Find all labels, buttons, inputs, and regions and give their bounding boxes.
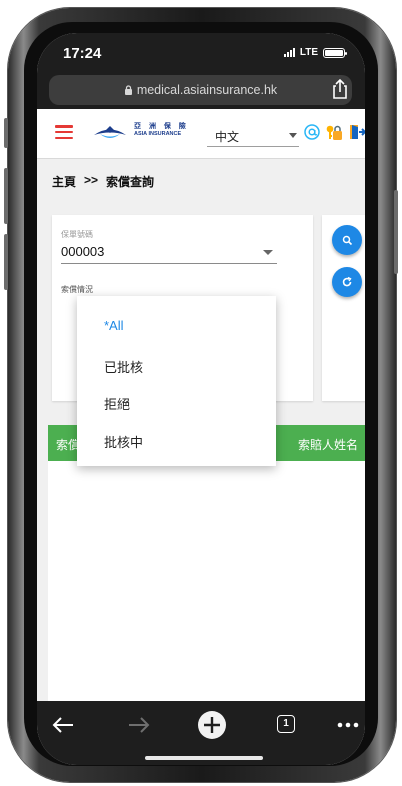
hamburger-menu-icon[interactable]: [55, 125, 73, 139]
url-text: medical.asiainsurance.hk: [136, 83, 278, 97]
language-select[interactable]: 中文: [207, 125, 299, 147]
column-header-claimant-name[interactable]: 索賠人姓名: [298, 436, 358, 453]
home-indicator[interactable]: [145, 756, 263, 760]
app-header: 亞 洲 保 險 ASIA INSURANCE 中文: [37, 109, 365, 159]
power-button: [394, 190, 398, 274]
asia-insurance-logo-icon: [94, 126, 126, 138]
policy-number-select[interactable]: 000003: [61, 240, 277, 264]
claim-status-label: 索償情況: [61, 285, 93, 294]
dropdown-option-approved[interactable]: 已批核: [104, 357, 143, 376]
logo-english: ASIA INSURANCE: [134, 131, 182, 137]
tabs-count-icon[interactable]: 1: [277, 715, 295, 733]
status-time: 17:24: [63, 45, 102, 62]
logo-chinese: 亞 洲 保 險: [134, 123, 189, 130]
policy-number-value: 000003: [61, 244, 105, 259]
dropdown-option-all[interactable]: *All: [104, 318, 124, 333]
logout-icon[interactable]: [348, 123, 365, 141]
new-tab-plus-icon[interactable]: [197, 710, 227, 740]
breadcrumb-current: 索償查詢: [106, 175, 155, 189]
logo-text: 亞 洲 保 險 ASIA INSURANCE: [134, 123, 189, 138]
refresh-icon: [342, 276, 352, 287]
network-type: LTE: [299, 47, 318, 58]
breadcrumb-home[interactable]: 主頁: [52, 173, 76, 190]
language-value: 中文: [215, 130, 240, 144]
search-icon: [342, 235, 352, 245]
breadcrumb-separator: >>: [84, 173, 99, 187]
volume-up-button: [4, 168, 8, 224]
action-card: [322, 215, 365, 401]
claim-status-dropdown: *All 已批核 拒絕 批核中: [77, 296, 276, 466]
share-icon[interactable]: [331, 79, 349, 99]
browser-toolbar: 1: [37, 701, 365, 765]
key-lock-icon[interactable]: [325, 123, 343, 141]
status-icons: LTE: [283, 47, 347, 58]
browser-url-area: medical.asiainsurance.hk: [37, 73, 365, 109]
phone-screen: 17:24 LTE medical.asiainsurance.hk 亞 洲 保…: [37, 33, 365, 765]
signal-icon: [283, 48, 295, 57]
battery-icon: [323, 47, 347, 58]
breadcrumb: 主頁 >> 索償查詢: [52, 173, 154, 190]
reset-button[interactable]: [332, 267, 362, 297]
dropdown-option-rejected[interactable]: 拒絕: [104, 394, 130, 413]
lock-icon: [124, 85, 132, 95]
search-button[interactable]: [332, 225, 362, 255]
chevron-down-icon: [289, 133, 297, 138]
results-table-body: [48, 461, 365, 721]
more-options-icon[interactable]: [337, 722, 359, 728]
forward-arrow-icon[interactable]: [127, 715, 151, 735]
volume-down-button: [4, 234, 8, 290]
policy-number-label: 保單號碼: [61, 230, 93, 239]
back-arrow-icon[interactable]: [51, 715, 75, 735]
chevron-down-icon: [263, 250, 273, 255]
address-bar[interactable]: medical.asiainsurance.hk: [49, 75, 352, 105]
email-icon[interactable]: [303, 123, 321, 141]
status-bar: 17:24 LTE: [37, 33, 365, 73]
dropdown-option-pending[interactable]: 批核中: [104, 432, 143, 451]
mute-switch: [4, 118, 8, 148]
